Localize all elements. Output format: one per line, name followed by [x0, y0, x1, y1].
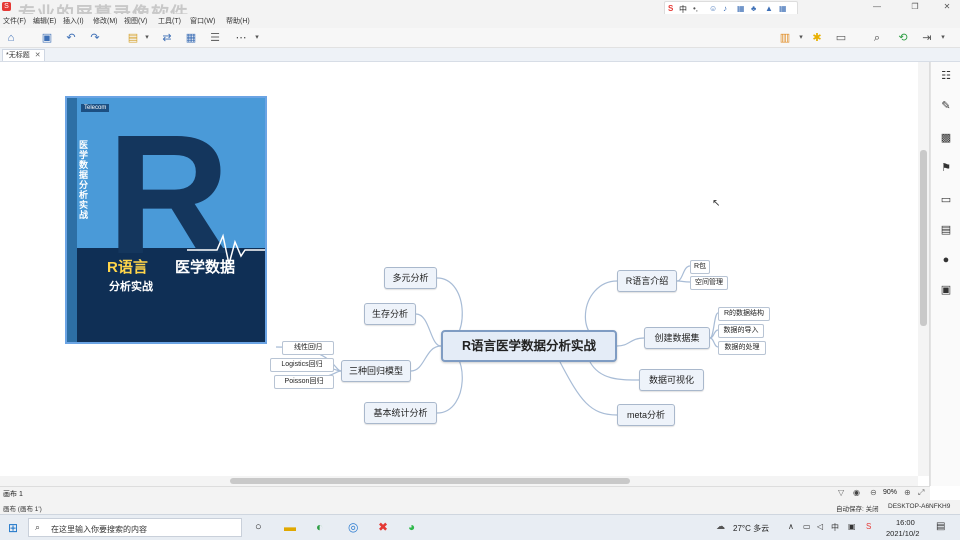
leaf-r-packages[interactable]: R包: [690, 260, 710, 274]
connector-line: [616, 337, 645, 347]
sheet-bar: 画布 1 ▽ ◉ ⊖ 90% ⊕ ⤢: [0, 486, 930, 500]
edge-icon[interactable]: ◐: [316, 520, 323, 534]
horizontal-scroll-thumb[interactable]: [230, 478, 630, 484]
search-placeholder: 在这里输入你要搜索的内容: [51, 525, 147, 534]
leaf-logistics[interactable]: Logistics回归: [270, 358, 334, 372]
leaf-linear[interactable]: 线性回归: [282, 341, 334, 355]
node-basic-stats[interactable]: 基本统计分析: [364, 402, 437, 424]
leaf-data-processing[interactable]: 数据的处理: [718, 341, 766, 355]
network-icon[interactable]: ▭: [803, 522, 811, 531]
outline-panel-icon[interactable]: ☷: [940, 70, 952, 82]
mouse-cursor-icon: ↖: [712, 198, 721, 209]
book-subtitle: 分析实战: [109, 281, 153, 293]
leaf-data-import[interactable]: 数据的导入: [718, 324, 764, 338]
connector-line: [410, 345, 442, 372]
node-multivariate[interactable]: 多元分析: [384, 267, 437, 289]
status-left: 画布 (画布 1'): [3, 506, 42, 513]
book-spine: [67, 98, 77, 342]
status-bar: 画布 (画布 1') 自动保存: 关闭 DESKTOP-A6NFKH9: [0, 500, 960, 514]
clipboard-icon[interactable]: ▣: [940, 284, 952, 296]
zoom-in-icon[interactable]: ⊕: [904, 488, 911, 497]
image-panel-icon[interactable]: ▩: [940, 132, 952, 144]
tray-icon[interactable]: ▣: [848, 522, 856, 531]
clock-date[interactable]: 2021/10/2: [886, 529, 919, 538]
ime-tray-icon[interactable]: 中: [831, 522, 839, 533]
task-view-icon[interactable]: ○: [255, 521, 262, 533]
node-visualization[interactable]: 数据可视化: [639, 369, 704, 391]
connector-line: [589, 361, 640, 381]
publisher-logo: Telecom: [81, 104, 110, 112]
weather-icon[interactable]: ☁: [716, 521, 725, 532]
volume-icon[interactable]: ◁: [817, 522, 823, 531]
leaf-data-structures[interactable]: R的数据结构: [718, 307, 770, 321]
document-icon[interactable]: ▤: [940, 224, 952, 236]
leaf-poisson[interactable]: Poisson回归: [274, 375, 334, 389]
zoom-level[interactable]: 90%: [883, 489, 897, 496]
connector-line: [709, 337, 719, 348]
windows-taskbar: ⊞ ⌕ 在这里输入你要搜索的内容 ○ ▬ ◐ ◎ ✖ ◕ ☁ 27°C 多云 ∧…: [0, 514, 960, 540]
node-r-intro[interactable]: R语言介绍: [617, 270, 677, 292]
browser-icon[interactable]: ◎: [348, 520, 358, 534]
chevron-up-icon[interactable]: ∧: [788, 522, 794, 531]
book-title-white: 医学数据: [175, 259, 236, 276]
node-regression[interactable]: 三种回归模型: [341, 360, 411, 382]
node-survival[interactable]: 生存分析: [364, 303, 416, 325]
book-cover-image[interactable]: Telecom 医学数据分析实战 R R语言 医学数据 分析实战: [65, 96, 267, 344]
xmind-icon[interactable]: ✖: [378, 520, 388, 534]
comment-icon[interactable]: ●: [940, 254, 952, 266]
status-computer: DESKTOP-A6NFKH9: [888, 503, 951, 510]
filter-icon[interactable]: ▽: [838, 488, 844, 497]
format-brush-icon[interactable]: ✎: [940, 100, 952, 112]
sogou-tray-icon[interactable]: S: [866, 522, 871, 531]
search-icon: ⌕: [35, 522, 41, 532]
clock-time[interactable]: 16:00: [896, 518, 915, 527]
windows-start-icon[interactable]: ⊞: [8, 521, 18, 535]
close-icon[interactable]: ✕: [940, 2, 954, 12]
marker-icon[interactable]: ▭: [940, 194, 952, 206]
right-side-panel: ☷ ✎ ▩ ⚑ ▭ ▤ ● ▣: [930, 62, 960, 486]
connector-line: [415, 313, 442, 347]
sheet-tab[interactable]: 画布 1: [3, 489, 23, 499]
book-vertical-title: 医学数据分析实战: [79, 140, 89, 220]
status-autosave[interactable]: 自动保存: 关闭: [836, 503, 879, 513]
chevron-down-icon[interactable]: ▾: [936, 31, 950, 45]
connector-line: [676, 265, 691, 282]
eye-icon[interactable]: ◉: [853, 488, 860, 497]
recorder-icon[interactable]: ◕: [408, 520, 415, 534]
node-create-dataset[interactable]: 创建数据集: [644, 327, 710, 349]
weather-text[interactable]: 27°C 多云: [733, 523, 769, 534]
connector-line: [676, 280, 691, 283]
book-title-yellow: R语言: [107, 259, 148, 276]
vertical-scroll-thumb[interactable]: [920, 150, 927, 326]
flag-icon[interactable]: ⚑: [940, 162, 952, 174]
taskbar-search-box[interactable]: ⌕ 在这里输入你要搜索的内容: [28, 518, 242, 537]
zoom-out-icon[interactable]: ⊖: [870, 488, 877, 497]
notification-icon[interactable]: ▤: [936, 521, 945, 532]
leaf-workspace[interactable]: 空间管理: [690, 276, 728, 290]
file-explorer-icon[interactable]: ▬: [284, 520, 296, 534]
node-meta[interactable]: meta分析: [617, 404, 675, 426]
connector-line: [559, 361, 618, 416]
root-node[interactable]: R语言医学数据分析实战: [441, 330, 617, 362]
fit-icon[interactable]: ⤢: [918, 488, 924, 498]
